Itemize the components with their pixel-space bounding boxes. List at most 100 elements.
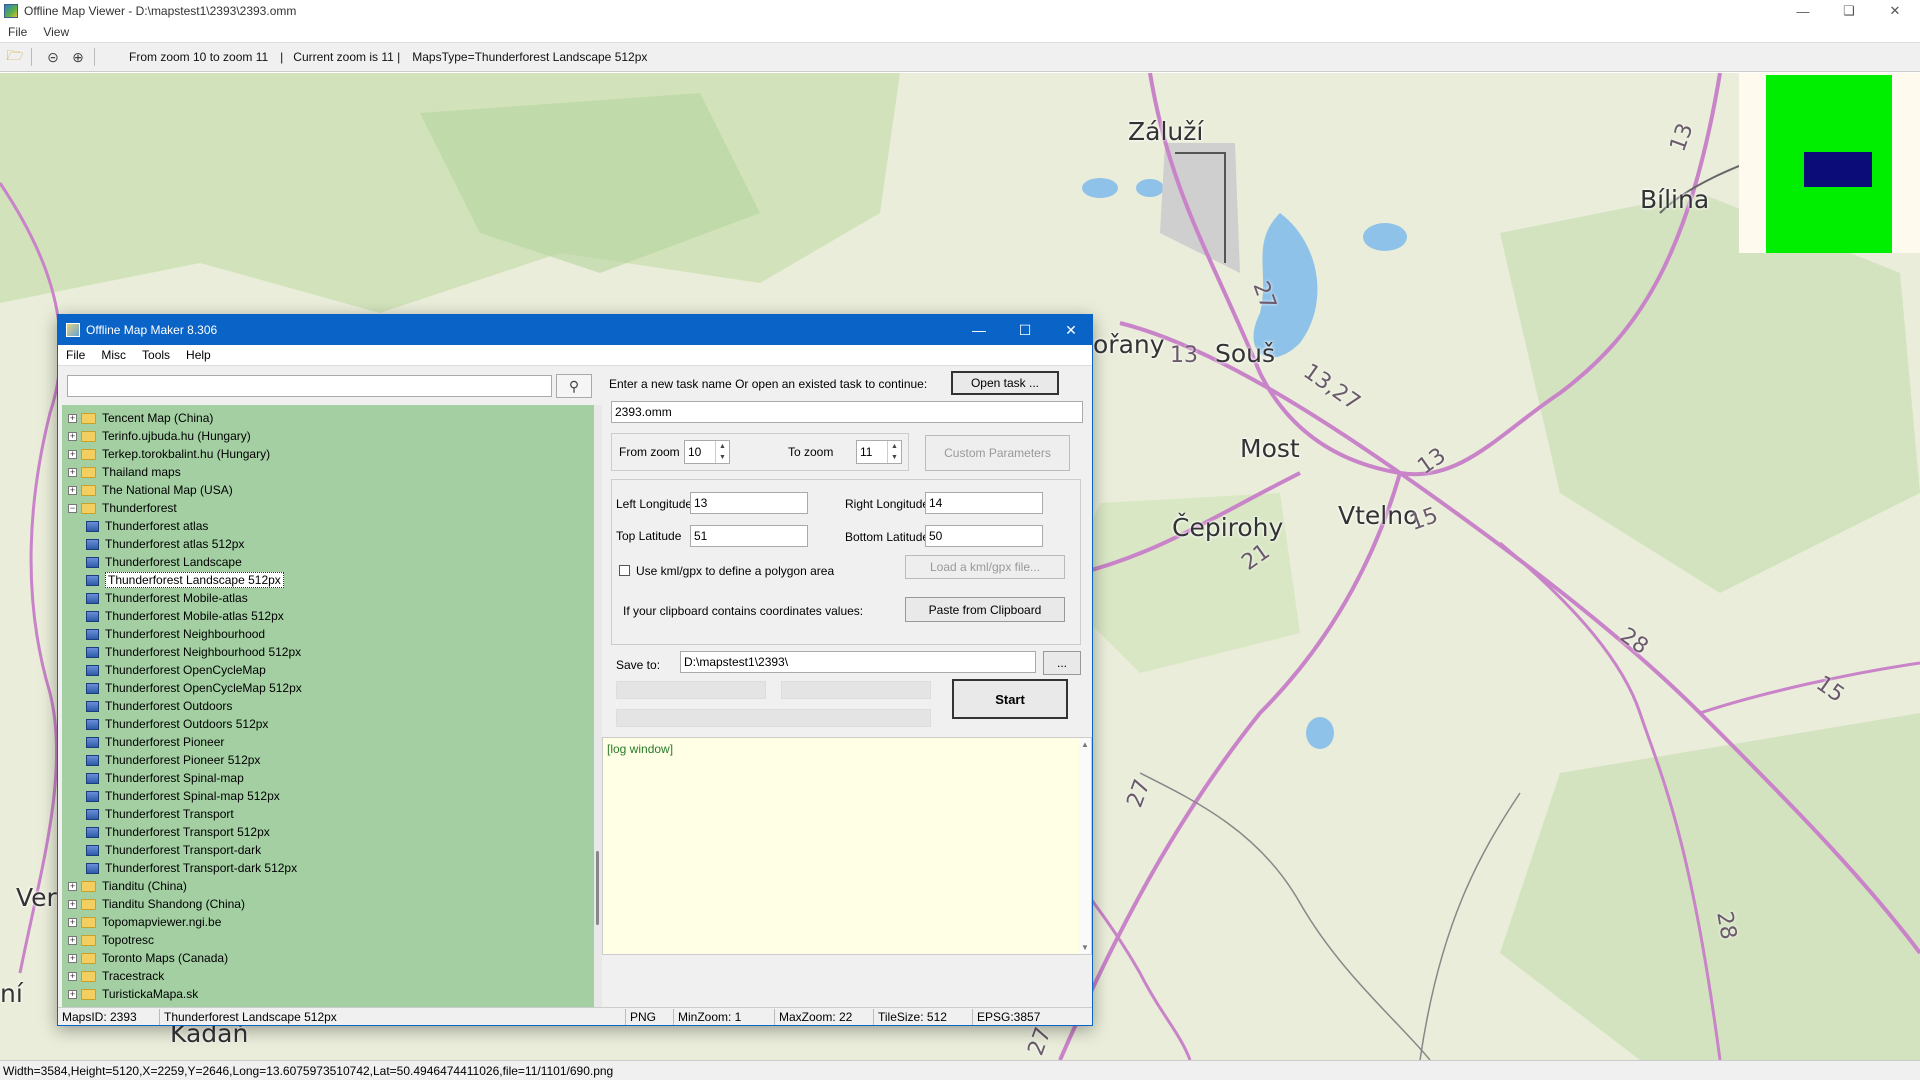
map-icon <box>86 826 99 838</box>
tree-map-item[interactable]: Thunderforest atlas <box>86 517 208 535</box>
top-latitude-input[interactable]: 51 <box>690 525 808 547</box>
tree-map-item[interactable]: Thunderforest Mobile-atlas <box>86 589 248 607</box>
expand-icon[interactable]: + <box>68 989 77 999</box>
tree-map-item[interactable]: Thunderforest Transport 512px <box>86 823 270 841</box>
dialog-close-button[interactable]: ✕ <box>1048 315 1094 345</box>
expand-icon[interactable]: + <box>68 881 77 891</box>
tree-map-item[interactable]: Thunderforest Mobile-atlas 512px <box>86 607 284 625</box>
dialog-menu-file[interactable]: File <box>58 348 93 362</box>
custom-parameters-button[interactable]: Custom Parameters <box>925 435 1070 471</box>
zoom-out-icon[interactable]: ⊝ <box>43 47 63 67</box>
tree-folder-item[interactable]: + The National Map (USA) <box>62 481 233 499</box>
load-kml-button[interactable]: Load a kml/gpx file... <box>905 555 1065 579</box>
expand-icon[interactable]: + <box>68 449 77 459</box>
tree-map-item[interactable]: Thunderforest OpenCycleMap <box>86 661 266 679</box>
expand-icon[interactable]: + <box>68 935 77 945</box>
collapse-icon[interactable]: − <box>68 503 77 513</box>
tree-folder-item[interactable]: + Tianditu Shandong (China) <box>62 895 245 913</box>
tree-map-item[interactable]: Thunderforest Outdoors 512px <box>86 715 268 733</box>
tree-map-item[interactable]: Thunderforest Spinal-map <box>86 769 244 787</box>
scroll-down-icon[interactable]: ▼ <box>1081 943 1089 952</box>
tree-folder-item[interactable]: + TuristickaMapa.sk <box>62 985 198 1003</box>
tree-map-item[interactable]: Thunderforest atlas 512px <box>86 535 244 553</box>
tree-map-item[interactable]: Thunderforest OpenCycleMap 512px <box>86 679 302 697</box>
tree-folder-item[interactable]: + Thailand maps <box>62 463 181 481</box>
tree-map-item[interactable]: Thunderforest Transport-dark <box>86 841 261 859</box>
to-zoom-stepper[interactable]: 11 ▲ ▼ <box>856 440 902 464</box>
overview-viewport[interactable] <box>1804 152 1872 187</box>
tree-map-item[interactable]: Thunderforest Spinal-map 512px <box>86 787 280 805</box>
tree-folder-item[interactable]: + Tracestrack <box>62 967 164 985</box>
tree-item-label: Tracestrack <box>102 969 165 983</box>
search-button[interactable]: ⚲ <box>556 374 592 398</box>
task-name-input[interactable]: 2393.omm <box>611 401 1083 423</box>
overview-minimap[interactable] <box>1739 73 1920 253</box>
status-map-name: Thunderforest Landscape 512px <box>160 1008 626 1025</box>
log-scrollbar[interactable]: ▲ ▼ <box>1079 738 1091 954</box>
zoom-in-icon[interactable]: ⊕ <box>68 47 88 67</box>
folder-icon <box>81 502 96 514</box>
dialog-menu-help[interactable]: Help <box>178 348 219 362</box>
left-longitude-input[interactable]: 13 <box>690 492 808 514</box>
dialog-maximize-button[interactable]: ☐ <box>1002 315 1048 345</box>
to-zoom-spin-icon[interactable]: ▲ ▼ <box>887 441 901 463</box>
menu-file[interactable]: File <box>0 25 35 39</box>
dialog-menu-tools[interactable]: Tools <box>134 348 178 362</box>
tree-map-item[interactable]: Thunderforest Neighbourhood 512px <box>86 643 301 661</box>
expand-icon[interactable]: + <box>68 431 77 441</box>
tree-item-label: Thunderforest Pioneer <box>105 735 225 749</box>
tree-folder-item[interactable]: + Toronto Maps (Canada) <box>62 949 228 967</box>
from-zoom-value: 10 <box>688 445 702 459</box>
tree-folder-item[interactable]: + Topotresc <box>62 931 154 949</box>
minimize-button[interactable]: — <box>1780 0 1826 22</box>
bottom-latitude-input[interactable]: 50 <box>925 525 1043 547</box>
tree-map-item[interactable]: Thunderforest Transport <box>86 805 234 823</box>
tree-map-item[interactable]: Thunderforest Landscape 512px <box>86 571 284 589</box>
tree-map-item[interactable]: Thunderforest Pioneer <box>86 733 224 751</box>
scroll-up-icon[interactable]: ▲ <box>1081 740 1089 749</box>
folder-icon <box>81 988 96 1000</box>
expand-icon[interactable]: + <box>68 413 77 423</box>
tree-folder-item[interactable]: − Thunderforest <box>62 499 177 517</box>
right-longitude-input[interactable]: 14 <box>925 492 1043 514</box>
map-icon <box>86 556 99 568</box>
start-button[interactable]: Start <box>952 679 1068 719</box>
tree-folder-item[interactable]: + Terinfo.ujbuda.hu (Hungary) <box>62 427 251 445</box>
dialog-menu-misc[interactable]: Misc <box>93 348 134 362</box>
tree-item-label: Thunderforest <box>102 501 177 515</box>
tree-folder-item[interactable]: + Terkep.torokbalint.hu (Hungary) <box>62 445 270 463</box>
tree-item-label: Thunderforest Outdoors <box>105 699 233 713</box>
save-path-input[interactable]: D:\mapstest1\2393\ <box>680 651 1036 673</box>
tree-scrollbar[interactable] <box>594 405 602 1008</box>
expand-icon[interactable]: + <box>68 485 77 495</box>
maximize-button[interactable]: ❏ <box>1826 0 1872 22</box>
tree-map-item[interactable]: Thunderforest Outdoors <box>86 697 232 715</box>
expand-icon[interactable]: + <box>68 953 77 963</box>
browse-button[interactable]: ... <box>1043 651 1081 675</box>
tree-map-item[interactable]: Thunderforest Landscape <box>86 553 242 571</box>
tree-map-item[interactable]: Thunderforest Transport-dark 512px <box>86 859 297 877</box>
from-zoom-spin-icon[interactable]: ▲ ▼ <box>715 441 729 463</box>
paste-clipboard-button[interactable]: Paste from Clipboard <box>905 597 1065 622</box>
tree-folder-item[interactable]: + Tianditu (China) <box>62 877 187 895</box>
expand-icon[interactable]: + <box>68 899 77 909</box>
map-icon <box>86 718 99 730</box>
from-zoom-stepper[interactable]: 10 ▲ ▼ <box>684 440 730 464</box>
map-search-input[interactable] <box>67 375 552 397</box>
close-button[interactable]: ✕ <box>1872 0 1918 22</box>
to-zoom-label: To zoom <box>788 445 834 459</box>
tree-scrollbar-thumb[interactable] <box>596 851 599 925</box>
expand-icon[interactable]: + <box>68 971 77 981</box>
menu-view[interactable]: View <box>35 25 77 39</box>
tree-map-item[interactable]: Thunderforest Pioneer 512px <box>86 751 260 769</box>
tree-map-item[interactable]: Thunderforest Neighbourhood <box>86 625 265 643</box>
tree-folder-item[interactable]: + Topomapviewer.ngi.be <box>62 913 221 931</box>
expand-icon[interactable]: + <box>68 917 77 927</box>
expand-icon[interactable]: + <box>68 467 77 477</box>
open-task-button[interactable]: Open task ... <box>951 371 1059 395</box>
open-folder-icon[interactable]: 🗁 <box>5 47 25 67</box>
log-window[interactable]: [log window] ▲ ▼ <box>602 737 1092 955</box>
dialog-minimize-button[interactable]: — <box>956 315 1002 345</box>
tree-folder-item[interactable]: + Tencent Map (China) <box>62 409 213 427</box>
kml-polygon-checkbox[interactable] <box>619 565 630 576</box>
